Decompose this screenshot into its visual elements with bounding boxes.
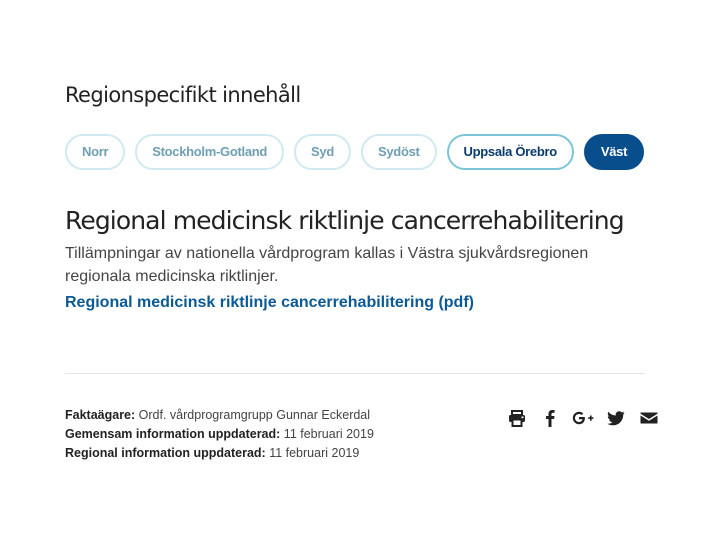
print-icon[interactable] [503, 406, 531, 430]
divider [65, 373, 645, 374]
content-body: Tillämpningar av nationella vårdprogram … [65, 245, 589, 285]
google-plus-icon[interactable] [569, 406, 597, 430]
meta-common-updated: Gemensam information uppdaterad: 11 febr… [65, 425, 374, 444]
facebook-icon[interactable] [536, 406, 564, 430]
meta-owner-value: Ordf. vårdprogramgrupp Gunnar Eckerdal [138, 408, 371, 422]
share-toolbar [503, 406, 668, 430]
meta-common-label: Gemensam information uppdaterad: [65, 427, 281, 441]
meta-owner-label: Faktaägare: [65, 408, 136, 422]
region-selector: Norr Stockholm-Gotland Syd Sydöst Uppsal… [65, 134, 645, 170]
region-pill-uppsala-orebro[interactable]: Uppsala Örebro [446, 134, 574, 170]
meta-owner: Faktaägare: Ordf. vårdprogramgrupp Gunna… [65, 406, 374, 425]
meta-regional-label: Regional information uppdaterad: [65, 446, 266, 460]
twitter-icon[interactable] [602, 406, 630, 430]
region-section-title: Regionspecifikt innehåll [65, 83, 301, 107]
region-pill-norr[interactable]: Norr [65, 134, 126, 170]
page: Regionspecifikt innehåll Norr Stockholm-… [0, 0, 720, 540]
page-meta: Faktaägare: Ordf. vårdprogramgrupp Gunna… [65, 406, 374, 463]
region-pill-syd[interactable]: Syd [294, 134, 351, 170]
region-pill-sydost[interactable]: Sydöst [361, 134, 437, 170]
meta-regional-value: 11 februari 2019 [269, 446, 360, 460]
region-pill-stockholm-gotland[interactable]: Stockholm-Gotland [135, 134, 285, 170]
guideline-pdf-link[interactable]: Regional medicinsk riktlinje cancerrehab… [65, 291, 474, 314]
email-icon[interactable] [635, 406, 663, 430]
region-pill-vast[interactable]: Väst [583, 134, 645, 170]
content-heading: Regional medicinsk riktlinje cancerrehab… [65, 206, 625, 235]
meta-regional-updated: Regional information uppdaterad: 11 febr… [65, 444, 374, 463]
meta-common-value: 11 februari 2019 [283, 427, 374, 441]
